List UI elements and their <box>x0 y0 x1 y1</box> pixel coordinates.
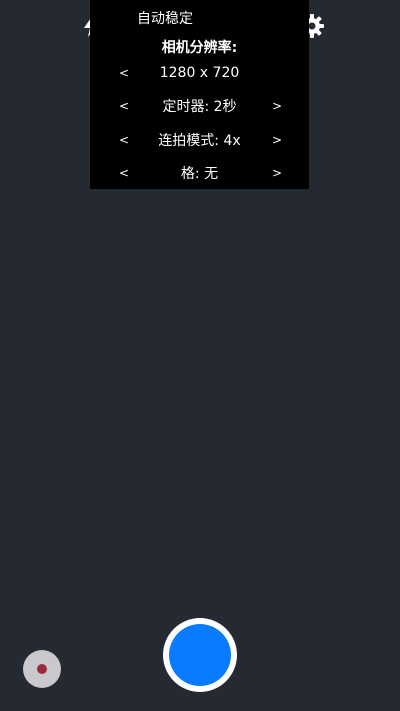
resolution-value: 1280 x 720 <box>159 65 240 81</box>
grid-prev-button[interactable]: < <box>109 158 139 188</box>
timer-label: 定时器: 2秒 <box>162 99 237 115</box>
shutter-button[interactable] <box>163 618 237 692</box>
grid-label: 格: 无 <box>180 166 219 182</box>
settings-popup-menu: 自动稳定 相机分辨率: < 1280 x 720 < 定时器: 2秒 > < 连… <box>90 0 309 189</box>
resolution-header-label: 相机分辨率: <box>161 40 238 56</box>
burst-mode-label: 连拍模式: 4x <box>158 133 241 149</box>
resolution-row: < 1280 x 720 <box>90 58 309 88</box>
stabilization-option[interactable]: 自动稳定 <box>90 3 309 33</box>
record-dot-icon <box>37 664 47 674</box>
timer-prev-button[interactable]: < <box>109 91 139 121</box>
timer-next-button[interactable]: > <box>262 91 292 121</box>
burst-prev-button[interactable]: < <box>109 125 139 155</box>
timer-row: < 定时器: 2秒 > <box>90 91 309 121</box>
shutter-inner-circle <box>169 624 231 686</box>
stabilization-label: 自动稳定 <box>137 11 193 27</box>
burst-next-button[interactable]: > <box>262 125 292 155</box>
burst-mode-row: < 连拍模式: 4x > <box>90 125 309 155</box>
resolution-prev-button[interactable]: < <box>109 58 139 88</box>
video-record-button[interactable] <box>23 650 61 688</box>
grid-next-button[interactable]: > <box>262 158 292 188</box>
grid-row: < 格: 无 > <box>90 158 309 188</box>
